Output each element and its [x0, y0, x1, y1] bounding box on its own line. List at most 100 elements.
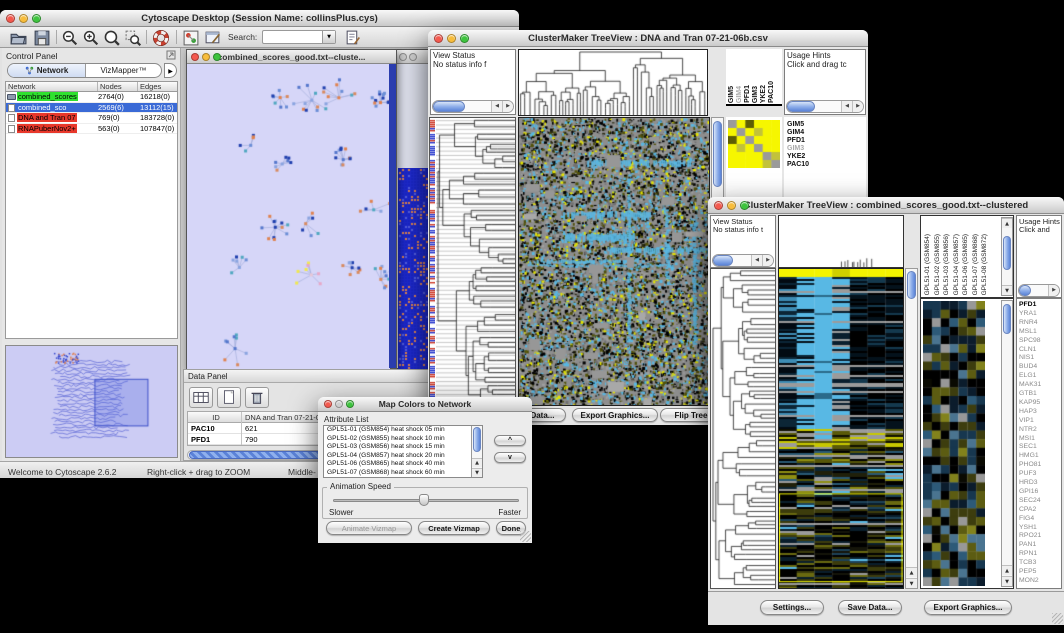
zoom-window-icon[interactable] [213, 53, 221, 61]
help-lifesaver-icon[interactable] [152, 29, 170, 47]
network-editor-icon[interactable] [204, 29, 222, 47]
zoom-fit-icon[interactable] [103, 29, 121, 47]
scroll-down-arrow-icon[interactable]: ▼ [1002, 576, 1012, 586]
column-dendrogram-canvas[interactable] [519, 50, 707, 115]
matrix-column-label[interactable]: PAC10 [768, 81, 775, 103]
gene-label[interactable]: CPA2 [1019, 506, 1036, 513]
close-icon[interactable] [191, 53, 199, 61]
gene-label[interactable]: PUF3 [1019, 470, 1036, 477]
network-frame-titlebar[interactable]: combined_scores_good.txt--cluste... [187, 50, 396, 64]
scroll-down-arrow-icon[interactable]: ▼ [472, 468, 482, 477]
gene-label[interactable]: RPO21 [1019, 532, 1041, 539]
zoom-window-icon[interactable] [460, 34, 469, 43]
new-attribute-icon[interactable] [217, 387, 241, 408]
network-list-row[interactable]: combined_sco2569(6)13112(15) [6, 103, 177, 114]
gene-label[interactable]: TCB3 [1019, 559, 1036, 566]
gene-label[interactable]: BUD4 [1019, 363, 1037, 370]
scroll-right-arrow-icon[interactable]: ▶ [502, 101, 513, 112]
column-dendrogram-canvas[interactable] [779, 216, 903, 267]
network-canvas[interactable] [187, 64, 390, 369]
array-labels-vscrollbar[interactable]: ▲ ▼ [1001, 217, 1013, 296]
dialog-titlebar[interactable]: Map Colors to Network [318, 397, 532, 412]
matrix-row-label[interactable]: GIM5 [787, 121, 804, 128]
attribute-list[interactable]: GPL51-01 (GSM854) heat shock 05 min GPL51… [323, 425, 483, 478]
background-frame-titlebar[interactable] [396, 50, 430, 64]
global-heatmap-vscrollbar[interactable]: ▲ ▼ [905, 268, 918, 589]
zoom-heatmap-canvas[interactable] [923, 301, 985, 586]
scrollbar-thumb[interactable] [1003, 236, 1011, 270]
scroll-left-arrow-icon[interactable]: ◀ [841, 101, 852, 112]
matrix-row-label[interactable]: YKE2 [787, 153, 805, 160]
scroll-up-arrow-icon[interactable]: ▲ [1002, 218, 1012, 228]
gene-label[interactable]: ELG1 [1019, 372, 1036, 379]
array-column-label[interactable]: GPL51-04 (GSM857) [953, 234, 960, 295]
zoom-selected-region-icon[interactable] [124, 29, 142, 47]
close-icon[interactable] [714, 201, 723, 210]
tab-network[interactable]: Network [8, 64, 86, 77]
attribute-list-item[interactable]: GPL51-01 (GSM854) heat shock 05 min [325, 426, 470, 435]
gene-label[interactable]: MSI1 [1019, 435, 1035, 442]
scrollbar-thumb[interactable] [787, 101, 815, 112]
row-dendrogram-panel[interactable] [429, 117, 516, 406]
minimize-icon[interactable] [202, 53, 210, 61]
column-dendrogram-panel[interactable] [518, 49, 708, 116]
minimize-icon[interactable] [335, 400, 343, 408]
resize-grip[interactable] [1052, 613, 1063, 624]
open-session-icon[interactable] [9, 29, 27, 47]
birdseye-canvas[interactable] [6, 346, 177, 457]
zoom-window-icon[interactable] [740, 201, 749, 210]
zoom-window-icon[interactable] [32, 14, 41, 23]
vizmapper-icon[interactable] [182, 29, 200, 47]
matrix-row-label[interactable]: GIM3 [787, 145, 804, 152]
gene-label[interactable]: SEC1 [1019, 443, 1037, 450]
close-icon[interactable] [434, 34, 443, 43]
scrollbar-thumb[interactable] [473, 427, 481, 452]
float-panel-icon[interactable] [166, 50, 176, 60]
gene-label[interactable]: MAK31 [1019, 381, 1041, 388]
gene-label[interactable]: PEP5 [1019, 568, 1036, 575]
array-column-label[interactable]: GPL51-01 (GSM854) [924, 234, 931, 295]
gene-label[interactable]: NIS1 [1019, 354, 1034, 361]
column-dendrogram-panel[interactable] [778, 215, 904, 268]
scroll-right-arrow-icon[interactable]: ▶ [1048, 285, 1059, 296]
matrix-column-label[interactable]: GIM3 [752, 86, 759, 103]
search-dropdown-icon[interactable]: ▼ [322, 31, 335, 43]
dialog-button-create-vizmap[interactable]: Create Vizmap [418, 521, 490, 535]
search-input[interactable]: ▼ [262, 30, 336, 44]
gene-label[interactable]: MON2 [1019, 577, 1039, 584]
gene-label[interactable]: CLN1 [1019, 346, 1036, 353]
scroll-down-arrow-icon[interactable]: ▼ [1002, 285, 1012, 295]
scrollbar-thumb[interactable] [1003, 304, 1011, 334]
minimize-icon[interactable] [727, 201, 736, 210]
correlation-matrix-canvas[interactable] [728, 120, 780, 168]
array-column-label[interactable]: GPL51-08 (GSM872) [981, 234, 988, 295]
gene-label[interactable]: FIG4 [1019, 515, 1034, 522]
background-network-frame[interactable] [395, 49, 431, 369]
zoom-heatmap-vscrollbar[interactable]: ▲ ▼ [1001, 300, 1013, 587]
minimize-icon[interactable] [19, 14, 28, 23]
matrix-column-label[interactable]: GIM5 [728, 86, 735, 103]
tab-vizmapper[interactable]: VizMapper™ [86, 64, 161, 77]
gene-label[interactable]: VIP1 [1019, 417, 1034, 424]
matrix-column-label[interactable]: PFD1 [744, 85, 751, 103]
zoom-heatmap-panel[interactable]: ▲ ▼ [920, 298, 1014, 589]
array-column-label[interactable]: GPL51-07 (GSM868) [972, 234, 979, 295]
scrollbar-thumb[interactable] [189, 451, 339, 459]
gene-label[interactable]: KAP95 [1019, 399, 1040, 406]
network-list-row[interactable]: DNA and Tran 07769(0)183728(0) [6, 113, 177, 124]
scroll-right-arrow-icon[interactable]: ▶ [762, 255, 773, 266]
zoom-out-icon[interactable] [61, 29, 79, 47]
row-dendrogram-canvas[interactable] [711, 269, 775, 588]
scroll-up-arrow-icon[interactable]: ▲ [472, 458, 482, 467]
row-dendrogram-canvas[interactable] [436, 118, 515, 405]
global-heatmap-canvas[interactable] [779, 269, 903, 588]
attribute-list-item[interactable]: GPL51-04 (GSM857) heat shock 20 min [325, 452, 470, 461]
resize-grip[interactable] [520, 531, 531, 542]
gene-label[interactable]: PFD1 [1019, 301, 1036, 308]
scroll-up-arrow-icon[interactable]: ▲ [906, 567, 917, 577]
treeview-button-export-graphics[interactable]: Export Graphics... [572, 408, 658, 422]
matrix-column-label[interactable]: YKE2 [760, 85, 767, 103]
attribute-list-vscrollbar[interactable]: ▲ ▼ [471, 426, 482, 477]
close-icon[interactable] [6, 14, 15, 23]
view-status-hscrollbar[interactable]: ◀▶ [432, 100, 514, 113]
